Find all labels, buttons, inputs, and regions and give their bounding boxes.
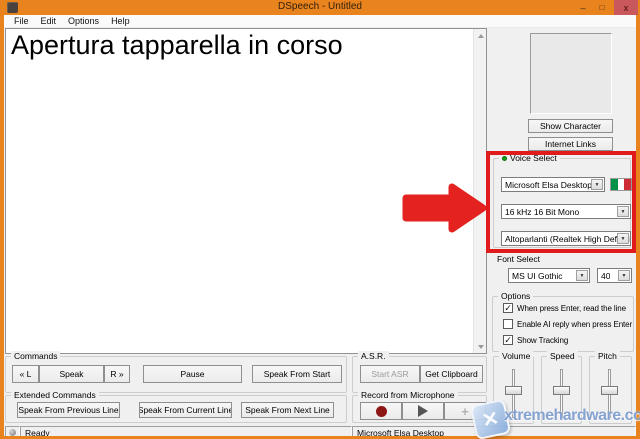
play-icon: [418, 405, 428, 417]
menu-bar: File Edit Options Help: [4, 15, 636, 28]
record-button[interactable]: [360, 402, 402, 420]
close-button[interactable]: x: [614, 0, 638, 15]
maximize-button[interactable]: □: [593, 0, 611, 15]
status-sphere-icon: [9, 429, 16, 436]
show-character-button[interactable]: Show Character: [528, 119, 613, 133]
red-arrow-icon: [399, 182, 489, 234]
dspeech-window: DSpeech - Untitled – □ x File Edit Optio…: [0, 0, 640, 439]
volume-slider[interactable]: [505, 386, 522, 395]
speak-left-button[interactable]: « L: [12, 365, 39, 383]
font-select-label: Font Select: [497, 254, 540, 264]
record-microphone-label: Record from Microphone: [358, 390, 458, 400]
volume-label: Volume: [499, 351, 533, 361]
commands-label: Commands: [11, 351, 60, 361]
menu-help[interactable]: Help: [107, 16, 134, 26]
menu-file[interactable]: File: [10, 16, 33, 26]
internet-links-button[interactable]: Internet Links: [528, 137, 613, 151]
speed-label: Speed: [547, 351, 578, 361]
pause-button[interactable]: Pause: [143, 365, 242, 383]
minimize-button[interactable]: –: [574, 0, 592, 15]
option-read-line[interactable]: ✓ When press Enter, read the line: [503, 303, 626, 313]
pitch-slider[interactable]: [601, 386, 618, 395]
highlight-rectangle: [486, 151, 636, 253]
pitch-label: Pitch: [595, 351, 620, 361]
chevron-down-icon[interactable]: ▼: [618, 270, 630, 281]
speak-next-line-button[interactable]: Speak From Next Line: [241, 402, 334, 418]
speak-current-line-button[interactable]: Speak From Current Line: [139, 402, 232, 418]
window-border-right: [636, 15, 640, 439]
get-clipboard-button[interactable]: Get Clipboard: [420, 365, 483, 383]
checkbox-icon[interactable]: ✓: [503, 335, 513, 345]
menu-options[interactable]: Options: [64, 16, 103, 26]
watermark-text: xtremehardware.com: [504, 407, 640, 425]
option-show-tracking[interactable]: ✓ Show Tracking: [503, 335, 568, 345]
asr-label: A.S.R.: [358, 351, 389, 361]
extended-commands-label: Extended Commands: [11, 390, 99, 400]
speak-button[interactable]: Speak: [39, 365, 104, 383]
character-display: [530, 33, 612, 114]
speak-previous-line-button[interactable]: Speak From Previous Line: [17, 402, 120, 418]
options-label: Options: [498, 291, 533, 301]
checkbox-icon[interactable]: [503, 319, 513, 329]
scroll-down-icon[interactable]: [474, 340, 487, 353]
speak-from-start-button[interactable]: Speak From Start: [252, 365, 342, 383]
editor-text: Apertura tapparella in corso: [11, 30, 343, 61]
speak-right-button[interactable]: R »: [104, 365, 130, 383]
option-ai-reply[interactable]: Enable AI reply when press Enter: [503, 319, 632, 329]
font-combo[interactable]: MS UI Gothic ▼: [508, 268, 590, 283]
menu-edit[interactable]: Edit: [37, 16, 61, 26]
window-border-left: [0, 15, 4, 439]
chevron-down-icon[interactable]: ▼: [576, 270, 588, 281]
status-icon-cell: [5, 426, 20, 436]
start-asr-button[interactable]: Start ASR: [360, 365, 420, 383]
titlebar: DSpeech - Untitled – □ x: [0, 0, 640, 15]
speed-slider[interactable]: [553, 386, 570, 395]
status-ready: Ready: [20, 426, 352, 436]
scroll-up-icon[interactable]: [474, 29, 487, 42]
window-title: DSpeech - Untitled: [0, 1, 640, 12]
font-size-combo[interactable]: 40 ▼: [597, 268, 632, 283]
play-button[interactable]: [402, 402, 444, 420]
status-bar: Ready Microsoft Elsa Desktop: [4, 426, 636, 436]
record-icon: [376, 406, 387, 417]
checkbox-icon[interactable]: ✓: [503, 303, 513, 313]
plus-icon: +: [461, 404, 469, 419]
